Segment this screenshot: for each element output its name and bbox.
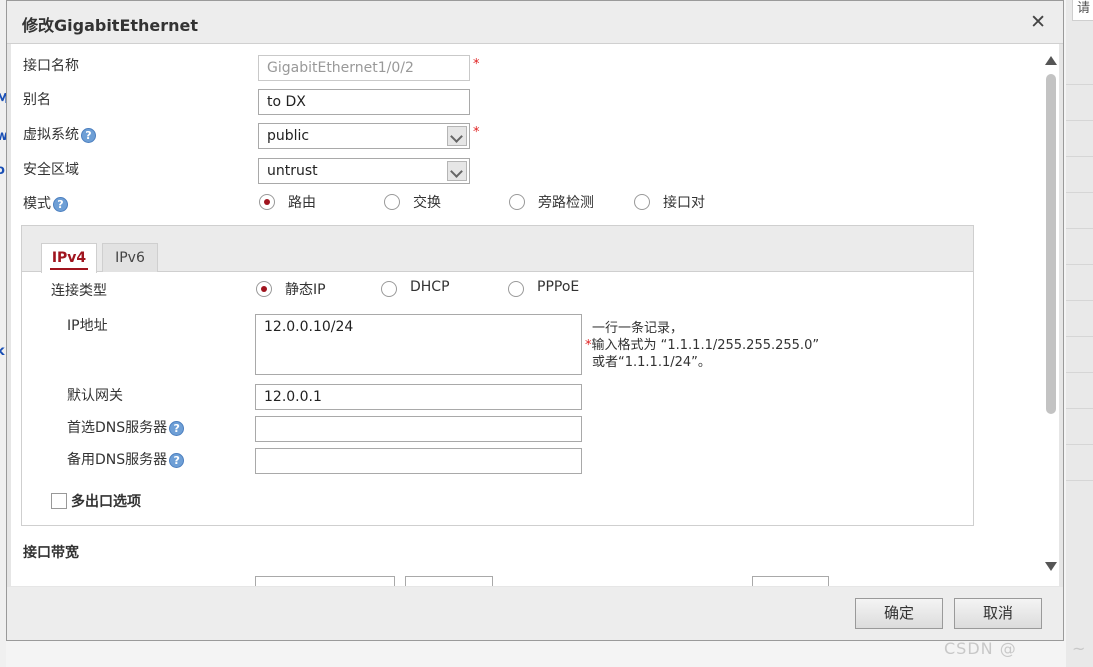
dialog-footer: 确定 取消 bbox=[7, 587, 1063, 640]
conn-option-dhcp[interactable]: DHCP bbox=[410, 279, 450, 295]
mode-radio-pair[interactable] bbox=[634, 194, 650, 210]
ip-config-panel: IPv4 IPv6 连接类型 静态IP DHCP PPPoE IP地址 12.0… bbox=[21, 225, 974, 526]
vsys-label-text: 虚拟系统 bbox=[23, 127, 79, 143]
bandwidth-input[interactable] bbox=[255, 576, 395, 586]
alias-label: 别名 bbox=[23, 92, 51, 108]
zone-select-value: untrust bbox=[267, 163, 318, 179]
watermark-text: CSDN @ bbox=[944, 639, 1017, 658]
mode-radio-bypass[interactable] bbox=[509, 194, 525, 210]
scroll-down-icon[interactable] bbox=[1045, 562, 1057, 571]
vertical-scrollbar[interactable] bbox=[1043, 44, 1059, 586]
bandwidth-unit-select[interactable] bbox=[405, 576, 493, 586]
dns1-label: 首选DNS服务器? bbox=[67, 417, 185, 437]
dialog-body: 接口名称 GigabitEthernet1/0/2 * 别名 to DX 虚拟系… bbox=[11, 44, 1059, 586]
dns2-label-text: 备用DNS服务器 bbox=[67, 452, 168, 468]
conn-option-pppoe[interactable]: PPPoE bbox=[537, 279, 579, 295]
help-icon[interactable]: ? bbox=[169, 420, 185, 436]
interface-name-label: 接口名称 bbox=[23, 58, 79, 74]
conn-option-static[interactable]: 静态IP bbox=[285, 279, 326, 299]
dns2-label: 备用DNS服务器? bbox=[67, 449, 185, 469]
ip-hint-line1: 一行一条记录， bbox=[592, 321, 684, 336]
conn-radio-static[interactable] bbox=[256, 281, 272, 297]
close-icon[interactable]: ✕ bbox=[1030, 11, 1046, 33]
dns1-input[interactable] bbox=[255, 416, 582, 442]
mode-option-switch[interactable]: 交换 bbox=[413, 192, 441, 212]
help-icon[interactable]: ? bbox=[169, 452, 185, 468]
tab-ipv6[interactable]: IPv6 bbox=[102, 243, 158, 272]
ip-hint-line2: *输入格式为 “1.1.1.1/255.255.255.0” bbox=[585, 339, 819, 353]
chevron-down-icon[interactable] bbox=[447, 161, 467, 181]
required-marker: * bbox=[473, 125, 480, 140]
ip-hint-line3: 或者“1.1.1.1/24”。 bbox=[592, 355, 711, 370]
bandwidth-section-title: 接口带宽 bbox=[23, 545, 79, 561]
required-marker: * bbox=[473, 57, 480, 72]
gateway-label: 默认网关 bbox=[67, 388, 123, 404]
watermark-tail: ~ bbox=[1072, 639, 1086, 658]
tab-ipv4[interactable]: IPv4 bbox=[41, 243, 97, 273]
help-icon[interactable]: ? bbox=[53, 196, 68, 212]
mode-option-pair[interactable]: 接口对 bbox=[663, 192, 705, 212]
mode-option-bypass[interactable]: 旁路检测 bbox=[538, 192, 594, 212]
background-page-right: 请 bbox=[1066, 0, 1093, 667]
ip-hint-line2-text: 输入格式为 “1.1.1.1/255.255.255.0” bbox=[591, 338, 820, 353]
dns1-label-text: 首选DNS服务器 bbox=[67, 420, 168, 436]
conn-type-label: 连接类型 bbox=[51, 283, 107, 299]
mode-option-route[interactable]: 路由 bbox=[288, 192, 316, 212]
gateway-input[interactable]: 12.0.0.1 bbox=[255, 384, 582, 410]
vsys-label: 虚拟系统? bbox=[23, 124, 96, 144]
cancel-button[interactable]: 取消 bbox=[954, 598, 1042, 629]
bandwidth-extra-input[interactable] bbox=[752, 576, 829, 586]
dialog-title-bar[interactable]: 修改GigabitEthernet ✕ bbox=[7, 1, 1063, 44]
multi-exit-label[interactable]: 多出口选项 bbox=[71, 491, 141, 511]
interface-name-field: GigabitEthernet1/0/2 bbox=[258, 55, 470, 81]
scroll-up-icon[interactable] bbox=[1045, 56, 1057, 65]
scroll-thumb[interactable] bbox=[1046, 74, 1056, 414]
dns2-input[interactable] bbox=[255, 448, 582, 474]
multi-exit-checkbox[interactable] bbox=[51, 493, 67, 509]
conn-radio-pppoe[interactable] bbox=[508, 281, 524, 297]
help-icon[interactable]: ? bbox=[81, 127, 96, 143]
ip-tab-bar: IPv4 IPv6 bbox=[22, 226, 973, 273]
mode-label: 模式? bbox=[23, 193, 68, 213]
mode-radio-route[interactable] bbox=[259, 194, 275, 210]
chevron-down-icon[interactable] bbox=[447, 126, 467, 146]
ok-button[interactable]: 确定 bbox=[855, 598, 943, 629]
background-search-box: 请 bbox=[1072, 0, 1093, 21]
dialog-title: 修改GigabitEthernet bbox=[22, 16, 199, 35]
vsys-select[interactable]: public bbox=[258, 123, 470, 149]
mode-radio-switch[interactable] bbox=[384, 194, 400, 210]
alias-input[interactable]: to DX bbox=[258, 89, 470, 115]
edit-interface-dialog: 修改GigabitEthernet ✕ 接口名称 GigabitEthernet… bbox=[6, 0, 1064, 641]
zone-select[interactable]: untrust bbox=[258, 158, 470, 184]
ip-address-textarea[interactable]: 12.0.0.10/24 bbox=[255, 314, 582, 375]
conn-radio-dhcp[interactable] bbox=[381, 281, 397, 297]
vsys-select-value: public bbox=[267, 128, 310, 144]
mode-label-text: 模式 bbox=[23, 196, 51, 212]
zone-label: 安全区域 bbox=[23, 162, 79, 178]
ip-address-label: IP地址 bbox=[67, 318, 108, 334]
